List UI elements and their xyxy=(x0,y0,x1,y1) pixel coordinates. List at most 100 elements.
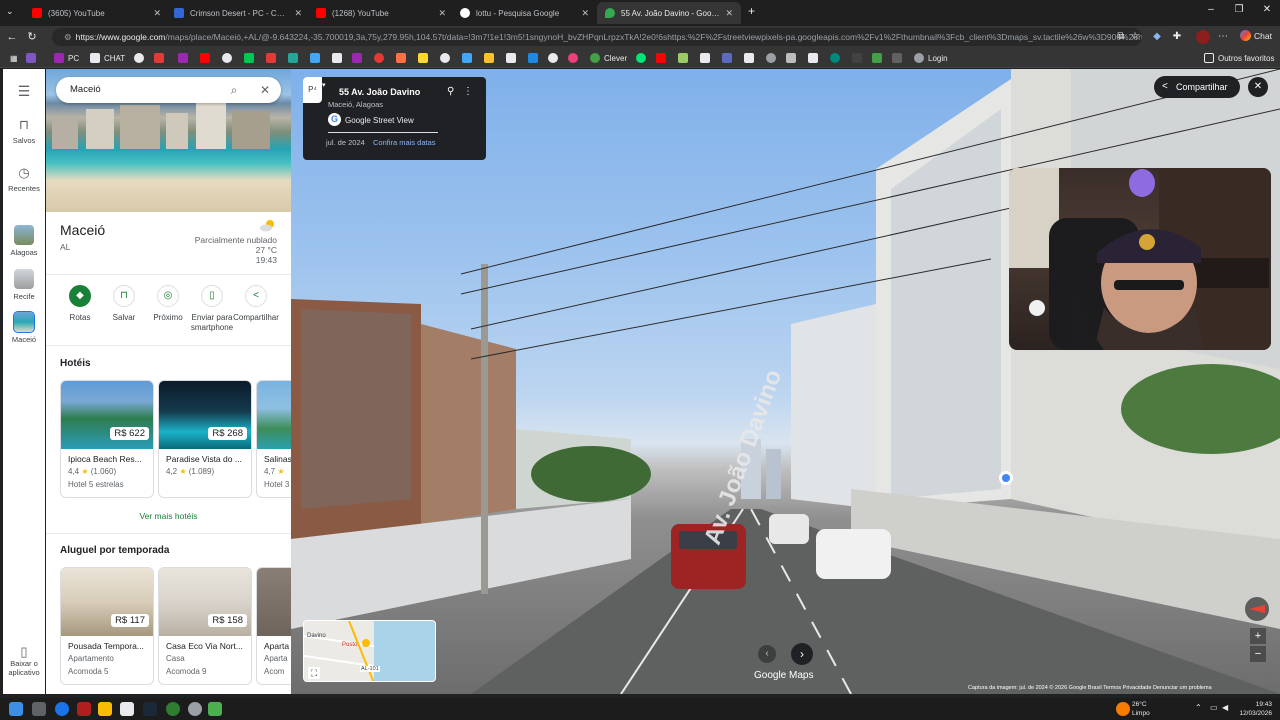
bookmark-icon[interactable] xyxy=(656,52,670,64)
bookmark-icon[interactable] xyxy=(222,52,236,64)
browser-tab[interactable]: (3605) YouTube ✕ xyxy=(24,2,169,24)
bookmark-icon[interactable] xyxy=(808,52,822,64)
more-dates-link[interactable]: Confira mais datas xyxy=(373,138,436,147)
share-button[interactable]: < Compartilhar xyxy=(232,285,280,323)
close-icon[interactable]: ✕ xyxy=(725,8,733,19)
app-icon[interactable] xyxy=(208,702,222,716)
bookmark-icon[interactable] xyxy=(872,52,886,64)
hotel-card[interactable]: Salinas 4,7 ★ Hotel 3 xyxy=(256,380,291,498)
bookmark-icon[interactable] xyxy=(892,52,906,64)
bookmark-star-icon[interactable]: ☆ xyxy=(1128,30,1142,44)
reload-icon[interactable]: ↻ xyxy=(24,29,40,45)
zoom-out-icon[interactable]: − xyxy=(1250,646,1266,662)
more-hotels-link[interactable]: Ver mais hotéis xyxy=(46,511,291,521)
browser-tab-active[interactable]: 55 Av. João Davino - Google Maps ✕ xyxy=(597,2,741,24)
bookmark-icon[interactable] xyxy=(440,52,454,64)
network-icon[interactable]: ▭ xyxy=(1210,703,1218,712)
rental-card[interactable]: R$ 117 Pousada Tempora... Apartamento Ac… xyxy=(60,567,154,685)
bookmark-icon[interactable] xyxy=(700,52,714,64)
rail-item-maceio[interactable]: Maceió xyxy=(3,311,45,344)
street-view-canvas[interactable]: Av. João Davino xyxy=(291,69,1280,694)
download-app-button[interactable]: ▯ Baixar o aplicativo xyxy=(3,645,45,677)
directions-button[interactable]: ◆ Rotas xyxy=(56,285,104,323)
profile-avatar[interactable] xyxy=(1196,30,1210,44)
site-info-icon[interactable]: ⚙ xyxy=(64,32,72,42)
browser-tab[interactable]: (1268) YouTube ✕ xyxy=(308,2,454,24)
other-bookmarks[interactable]: Outros favoritos xyxy=(1204,52,1274,64)
rental-card[interactable]: R$ 158 Casa Eco Via Nort... Casa Acomoda… xyxy=(158,567,252,685)
bookmark-clever[interactable]: Clever xyxy=(590,52,627,64)
bookmark-icon[interactable] xyxy=(506,52,520,64)
bookmark-icon[interactable] xyxy=(178,52,192,64)
start-icon[interactable] xyxy=(9,702,23,716)
bookmark-icon[interactable] xyxy=(26,52,40,64)
bookmark-icon[interactable] xyxy=(134,52,148,64)
bookmark-icon[interactable] xyxy=(484,52,498,64)
expand-icon[interactable]: ⛶ xyxy=(308,667,320,679)
rail-item-saved[interactable]: ⊓ Salvos xyxy=(3,117,45,145)
zoom-in-icon[interactable]: + xyxy=(1250,628,1266,644)
rail-item-recife[interactable]: Recife xyxy=(3,269,45,301)
xbox-icon[interactable] xyxy=(166,702,180,716)
bookmark-icon[interactable] xyxy=(352,52,366,64)
bookmark-icon[interactable] xyxy=(418,52,432,64)
app-icon[interactable] xyxy=(188,702,202,716)
bookmark-login[interactable]: Login xyxy=(914,52,948,64)
bookmark-icon[interactable] xyxy=(744,52,758,64)
bookmark-icon[interactable] xyxy=(288,52,302,64)
close-icon[interactable]: ✕ xyxy=(256,81,274,99)
task-view-icon[interactable] xyxy=(32,702,46,716)
browser-tab[interactable]: Crimson Desert - PC - Compre na ✕ xyxy=(166,2,310,24)
address-bar[interactable]: ⚙ https://www.google.com/maps/place/Macei… xyxy=(52,28,1142,46)
rail-item-alagoas[interactable]: Alagoas xyxy=(3,225,45,257)
close-icon[interactable]: ✕ xyxy=(294,8,302,19)
bookmark-pc[interactable]: PC xyxy=(54,52,79,64)
send-to-phone-button[interactable]: ▯ Enviar para smartphone xyxy=(188,285,236,333)
bookmark-icon[interactable] xyxy=(310,52,324,64)
bookmark-icon[interactable] xyxy=(266,52,280,64)
close-window-icon[interactable]: ✕ xyxy=(1259,4,1275,15)
street-view-minimap[interactable]: Davino Posto AL-101 ⛶ xyxy=(303,620,436,682)
prev-arrow-icon[interactable]: ‹ xyxy=(758,645,776,663)
bookmark-chat[interactable]: CHAT xyxy=(90,52,125,64)
steam-icon[interactable] xyxy=(143,702,157,716)
nearby-button[interactable]: ◎ Próximo xyxy=(144,285,192,323)
menu-button[interactable]: ☰ xyxy=(3,83,45,103)
bookmark-icon[interactable] xyxy=(830,52,844,64)
bookmark-icon[interactable] xyxy=(396,52,410,64)
bookmark-icon[interactable] xyxy=(722,52,736,64)
volume-icon[interactable]: ◀ xyxy=(1222,703,1228,712)
close-street-view-button[interactable]: ✕ xyxy=(1248,77,1268,97)
rail-item-recent[interactable]: ◷ Recentes xyxy=(3,165,45,193)
back-icon[interactable]: ← xyxy=(4,29,20,45)
extension-icon[interactable]: ◆ xyxy=(1150,30,1164,44)
bookmark-icon[interactable] xyxy=(678,52,692,64)
more-options-icon[interactable]: ⋮ xyxy=(463,86,473,97)
close-icon[interactable]: ✕ xyxy=(438,8,446,19)
close-icon[interactable]: ✕ xyxy=(153,8,161,19)
bookmark-icon[interactable] xyxy=(528,52,542,64)
bookmark-icon[interactable] xyxy=(332,52,346,64)
bookmark-icon[interactable] xyxy=(244,52,258,64)
close-icon[interactable]: ✕ xyxy=(581,8,589,19)
extensions-puzzle-icon[interactable]: ✚ xyxy=(1170,30,1184,44)
app-icon[interactable] xyxy=(77,702,91,716)
chrome-icon[interactable] xyxy=(55,702,69,716)
install-icon[interactable]: ⧉ xyxy=(1114,30,1128,44)
maximize-icon[interactable]: ❐ xyxy=(1231,4,1247,15)
next-arrow-icon[interactable]: › xyxy=(791,643,813,665)
bookmark-icon[interactable] xyxy=(548,52,562,64)
tab-search-icon[interactable]: ⌄ xyxy=(6,6,14,17)
search-box[interactable]: Maceió ⌕ ✕ xyxy=(56,77,281,103)
save-button[interactable]: ⊓ Salvar xyxy=(100,285,148,323)
globe-icon[interactable] xyxy=(766,52,780,64)
weather-icon[interactable] xyxy=(1116,702,1130,716)
bookmark-icon[interactable] xyxy=(852,52,866,64)
share-street-view-button[interactable]: < Compartilhar xyxy=(1154,76,1240,98)
hotel-card[interactable]: R$ 268 Paradise Vista do ... 4,2 ★ (1.08… xyxy=(158,380,252,498)
bookmark-icon[interactable] xyxy=(636,52,650,64)
chevron-up-icon[interactable]: ⌃ xyxy=(1195,703,1202,712)
minimize-icon[interactable]: – xyxy=(1203,4,1219,15)
bookmark-icon[interactable] xyxy=(154,52,168,64)
clock[interactable]: 19:43 12/03/2026 xyxy=(1239,700,1272,718)
